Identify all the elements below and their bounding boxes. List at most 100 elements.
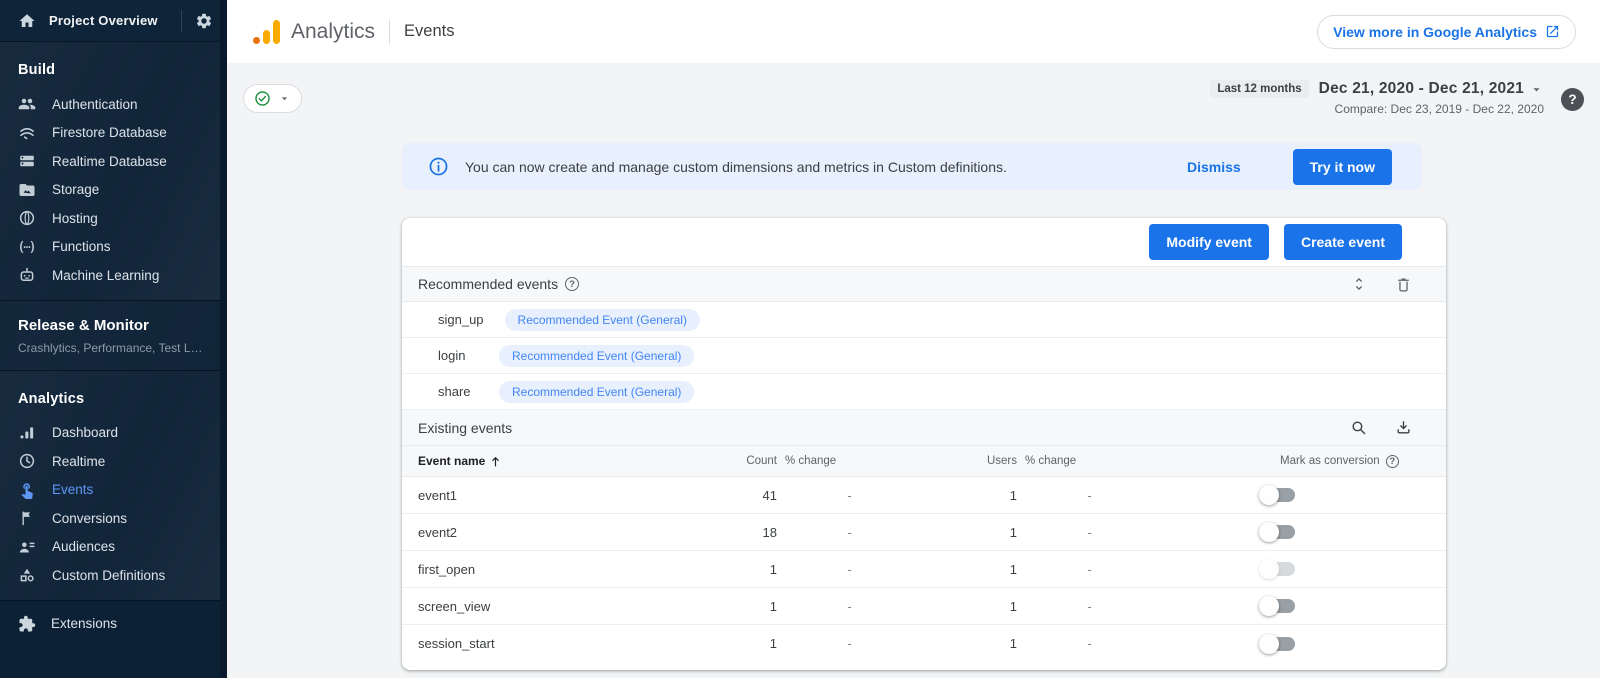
date-preset-label: Last 12 months bbox=[1210, 80, 1308, 98]
project-topbar: Project Overview bbox=[0, 0, 227, 42]
gear-icon[interactable] bbox=[195, 12, 213, 30]
analytics-section-label: Analytics bbox=[0, 371, 227, 419]
event-actions-row: Modify event Create event bbox=[402, 218, 1446, 266]
create-event-button[interactable]: Create event bbox=[1284, 224, 1402, 260]
robot-icon bbox=[18, 266, 37, 284]
home-icon[interactable] bbox=[18, 12, 36, 30]
people-icon bbox=[18, 95, 37, 113]
sidebar-item-hosting[interactable]: Hosting bbox=[0, 204, 227, 233]
column-users: Users bbox=[922, 455, 1017, 467]
event-count-change: - bbox=[777, 562, 922, 577]
sidebar-item-machine-learning[interactable]: Machine Learning bbox=[0, 261, 227, 290]
column-count-change: % change bbox=[777, 455, 922, 467]
sidebar-item-realtime-database[interactable]: Realtime Database bbox=[0, 147, 227, 176]
column-users-change: % change bbox=[1017, 455, 1162, 467]
project-title[interactable]: Project Overview bbox=[49, 13, 168, 28]
search-icon[interactable] bbox=[1350, 419, 1367, 436]
page-title: Events bbox=[404, 22, 454, 41]
conversion-toggle[interactable] bbox=[1262, 525, 1295, 539]
event-name: share bbox=[438, 384, 478, 399]
sidebar-item-authentication[interactable]: Authentication bbox=[0, 90, 227, 119]
sidebar-item-audiences[interactable]: Audiences bbox=[0, 533, 227, 562]
event-users-change: - bbox=[1017, 525, 1162, 540]
sidebar-item-label: Authentication bbox=[52, 97, 138, 112]
event-users: 1 bbox=[922, 599, 1017, 614]
existing-events-header: Existing events bbox=[402, 410, 1446, 446]
sidebar-item-label: Custom Definitions bbox=[52, 568, 165, 583]
date-range-text: Dec 21, 2020 - Dec 21, 2021 bbox=[1319, 80, 1524, 98]
sidebar-item-storage[interactable]: Storage bbox=[0, 176, 227, 205]
recommended-event-badge[interactable]: Recommended Event (General) bbox=[499, 381, 694, 403]
view-more-button[interactable]: View more in Google Analytics bbox=[1317, 15, 1576, 49]
firestore-icon bbox=[18, 124, 37, 142]
event-users-change: - bbox=[1017, 562, 1162, 577]
recommended-event-badge[interactable]: Recommended Event (General) bbox=[499, 345, 694, 367]
event-count: 1 bbox=[732, 599, 777, 614]
existing-events-title: Existing events bbox=[418, 420, 512, 436]
analytics-section: Analytics Dashboard Realtime Events Conv… bbox=[0, 371, 227, 600]
external-link-icon bbox=[1545, 24, 1560, 39]
chevron-down-icon bbox=[278, 92, 291, 105]
storage-icon bbox=[18, 181, 37, 199]
column-mark-as-conversion: Mark as conversion ? bbox=[1162, 455, 1446, 468]
release-monitor-subtitle: Crashlytics, Performance, Test La… bbox=[18, 341, 209, 355]
download-icon[interactable] bbox=[1395, 419, 1412, 436]
sidebar-item-events[interactable]: Events bbox=[0, 476, 227, 505]
notification-banner: You can now create and manage custom dim… bbox=[402, 143, 1422, 190]
event-users: 1 bbox=[922, 525, 1017, 540]
database-icon bbox=[18, 152, 37, 170]
header-divider bbox=[389, 20, 390, 44]
try-it-now-button[interactable]: Try it now bbox=[1293, 149, 1392, 185]
event-name: event2 bbox=[402, 525, 732, 540]
conversion-toggle[interactable] bbox=[1262, 488, 1295, 502]
event-users: 1 bbox=[922, 562, 1017, 577]
event-table-row: event1 41 - 1 - bbox=[402, 477, 1446, 514]
conversion-toggle[interactable] bbox=[1262, 599, 1295, 613]
dismiss-button[interactable]: Dismiss bbox=[1187, 159, 1241, 175]
sidebar-item-label: Functions bbox=[52, 239, 111, 254]
sidebar-item-custom-definitions[interactable]: Custom Definitions bbox=[0, 561, 227, 590]
check-circle-icon bbox=[254, 90, 271, 107]
events-table-header: Event name Count % change Users % change… bbox=[402, 446, 1446, 477]
conversion-toggle[interactable] bbox=[1262, 637, 1295, 651]
event-count: 18 bbox=[732, 525, 777, 540]
date-compare-text: Compare: Dec 23, 2019 - Dec 22, 2020 bbox=[1210, 102, 1544, 116]
audience-icon bbox=[18, 538, 37, 556]
sidebar-item-label: Storage bbox=[52, 182, 99, 197]
event-users-change: - bbox=[1017, 599, 1162, 614]
event-count: 1 bbox=[732, 562, 777, 577]
puzzle-icon bbox=[18, 615, 36, 633]
event-table-row: screen_view 1 - 1 - bbox=[402, 588, 1446, 625]
bar-chart-icon bbox=[18, 424, 37, 442]
release-monitor-section[interactable]: Release & Monitor Crashlytics, Performan… bbox=[0, 301, 227, 370]
sidebar-item-functions[interactable]: Functions bbox=[0, 233, 227, 262]
sidebar-item-realtime[interactable]: Realtime bbox=[0, 447, 227, 476]
sidebar-item-firestore[interactable]: Firestore Database bbox=[0, 119, 227, 148]
sidebar-item-label: Extensions bbox=[51, 616, 117, 631]
sidebar-item-dashboard[interactable]: Dashboard bbox=[0, 419, 227, 448]
date-range-picker[interactable]: Last 12 months Dec 21, 2020 - Dec 21, 20… bbox=[1210, 80, 1544, 116]
event-name: event1 bbox=[402, 488, 732, 503]
event-name: login bbox=[438, 348, 478, 363]
sidebar-item-extensions[interactable]: Extensions bbox=[0, 601, 227, 647]
event-table-row: session_start 1 - 1 - bbox=[402, 625, 1446, 662]
sidebar-item-label: Realtime bbox=[52, 454, 105, 469]
modify-event-button[interactable]: Modify event bbox=[1149, 224, 1269, 260]
events-card: Modify event Create event Recommended ev… bbox=[402, 218, 1446, 670]
caret-down-icon bbox=[1529, 82, 1544, 97]
sidebar-item-conversions[interactable]: Conversions bbox=[0, 504, 227, 533]
trash-icon[interactable] bbox=[1395, 276, 1412, 293]
sidebar-item-label: Machine Learning bbox=[52, 268, 159, 283]
page-canvas: Last 12 months Dec 21, 2020 - Dec 21, 20… bbox=[227, 63, 1600, 678]
globe-icon bbox=[18, 209, 37, 227]
column-event-name[interactable]: Event name bbox=[402, 454, 732, 468]
recommended-event-badge[interactable]: Recommended Event (General) bbox=[505, 309, 700, 331]
event-table-row: first_open 1 - 1 - bbox=[402, 551, 1446, 588]
main-content: Analytics Events View more in Google Ana… bbox=[227, 0, 1600, 678]
data-status-chip[interactable] bbox=[243, 84, 302, 113]
help-circle-icon[interactable]: ? bbox=[565, 277, 579, 291]
unfold-icon[interactable] bbox=[1351, 276, 1367, 292]
event-users: 1 bbox=[922, 488, 1017, 503]
help-button[interactable]: ? bbox=[1561, 88, 1584, 111]
help-circle-icon[interactable]: ? bbox=[1386, 455, 1399, 468]
